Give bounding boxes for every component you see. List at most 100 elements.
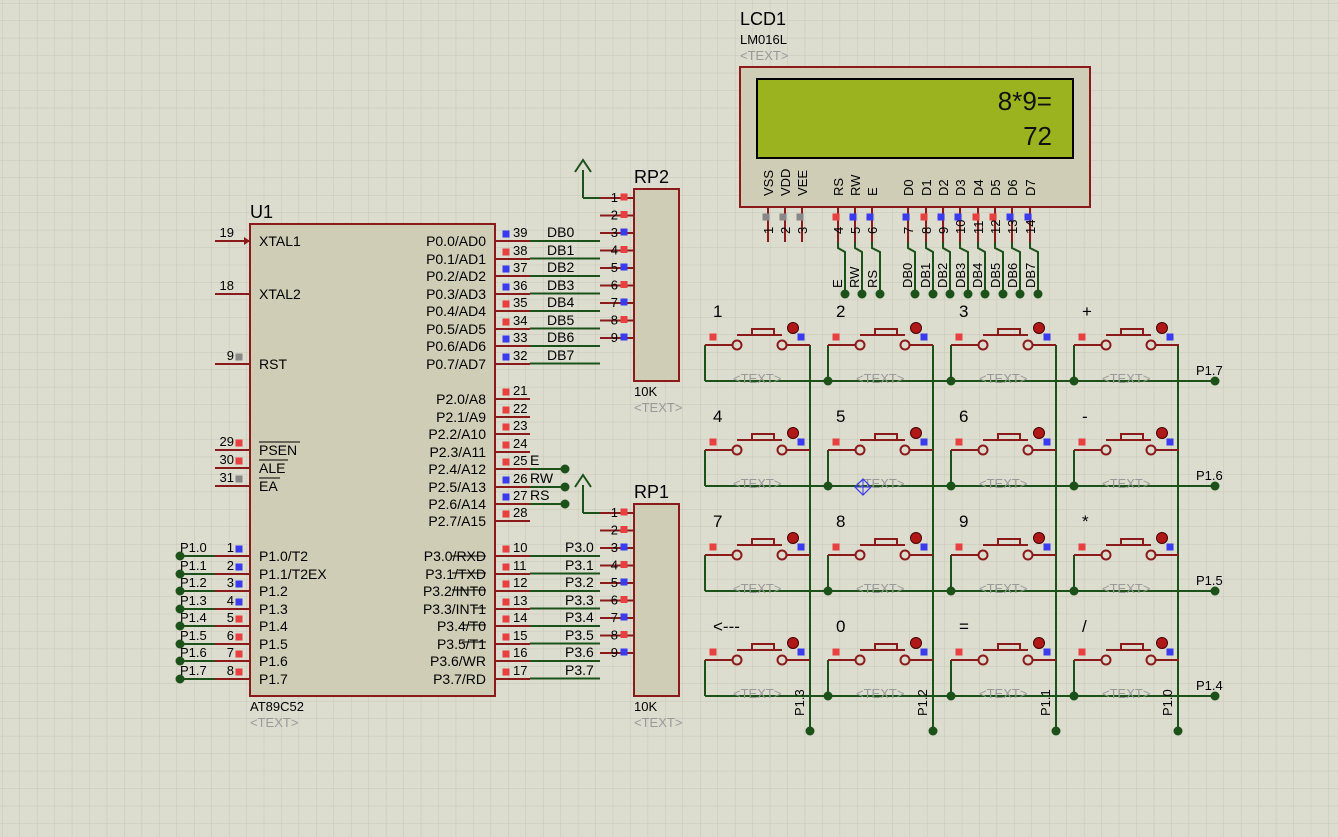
pack-pin-number: 9 [611,330,618,345]
u1-pin-number: 12 [513,575,527,590]
pack-pin-state [620,613,628,621]
p1-net-label: P1.4 [180,610,207,625]
keypad-key-label: 8 [836,512,845,531]
pack-pin-number: 4 [611,243,618,258]
u1-pin-state [235,615,243,623]
p1-net-label: P1.2 [180,575,207,590]
row-junction [1069,691,1079,701]
lcd-pin-label: D3 [953,179,968,196]
keypad-key-label: 1 [713,302,722,321]
u1-pin-number: 30 [220,452,234,467]
p1-net-label: P1.1 [180,558,207,573]
u1-pin-number: 37 [513,260,527,275]
net-label: P3.3 [565,592,594,608]
u1-pin-name: XTAL1 [259,233,301,249]
lcd-part-label: LM016L [740,32,787,47]
u1-pin-state [235,668,243,676]
pack-pin-number: 2 [611,523,618,538]
lcd-net-terminal-dot [840,289,850,299]
pack-pin-state [620,561,628,568]
key-pin-state [832,543,840,551]
key-pin-state [709,543,717,551]
lcd-pin-label: VEE [795,170,810,196]
u1-pin-number: 15 [513,628,527,643]
u1-pin-state [502,510,510,518]
u1-pin-name: P3.7/RD [433,671,486,687]
u1-pin-number: 17 [513,663,527,678]
u1-pin-name: P3.6/WR [430,653,486,669]
net-label: P3.1 [565,557,594,573]
u1-pin-state [235,598,243,606]
net-label: DB7 [547,347,574,363]
u1-pin-state [502,476,510,484]
key-text-placeholder: <TEXT> [1102,476,1150,491]
u1-pin-number: 35 [513,295,527,310]
u1-pin-state [502,388,510,396]
schematic-canvas[interactable]: U1 AT89C52 <TEXT> 19XTAL118XTAL29RST29PS… [0,0,1338,837]
u1-pin-name: P0.1/AD1 [426,251,486,267]
lcd-net-terminal-dot [857,289,867,299]
u1-pin-name: P1.2 [259,583,288,599]
lcd-pin-state [796,213,804,221]
keypad-key-label: 7 [713,512,722,531]
u1-pin-name: P1.7 [259,671,288,687]
row-junction [946,586,956,596]
col-terminal-dot [928,726,938,736]
row-net-label: P1.5 [1196,573,1223,588]
rp1-text-placeholder: <TEXT> [634,715,682,730]
u1-pin-number: 34 [513,313,527,328]
lcd-pin-number: 12 [988,220,1003,234]
rp1-value-label: 10K [634,699,657,714]
key-text-placeholder: <TEXT> [1102,686,1150,701]
u1-pin-name: P0.4/AD4 [426,303,486,319]
key-pin-state [920,333,928,341]
key-state-indicator-icon [787,532,799,544]
rp2-body[interactable] [633,188,680,382]
key-state-indicator-icon [787,637,799,649]
u1-pin-name: P2.1/A9 [436,409,486,425]
keypad-key-label: 3 [959,302,968,321]
u1-pin-name: P2.3/A11 [429,444,486,460]
u1-pin-state [502,423,510,431]
keypad-key-label: = [959,617,969,636]
rp1-body[interactable] [633,503,680,697]
pack-pin-state [620,193,628,201]
lcd-net-terminal-dot [1033,289,1043,299]
pack-pin-state [620,648,628,656]
lcd-net-label: RS [865,270,880,288]
u1-pin-name: P1.4 [259,618,288,634]
lcd-net-terminal-dot [945,289,955,299]
lcd-pin-number: 13 [1005,220,1020,234]
u1-pin-state [502,318,510,326]
lcd-line1: 8*9= [998,86,1052,116]
row-junction [823,691,833,701]
net-label: DB3 [547,277,574,293]
net-label: P3.5 [565,627,594,643]
u1-pin-name: P3.4/T0 [437,618,486,634]
pack-pin-number: 1 [611,505,618,520]
lcd-pin-state [779,213,787,221]
pack-pin-number: 8 [611,628,618,643]
rp2-value-label: 10K [634,384,657,399]
pack-pin-state [620,281,628,288]
net-label: RS [530,487,549,503]
u1-pin-number: 16 [513,645,527,660]
key-pin-state [920,543,928,551]
pack-pin-number: 9 [611,645,618,660]
u1-pin-number: 28 [513,505,527,520]
net-label: DB4 [547,294,574,310]
u1-pin-state [502,580,510,588]
u1-pin-number: 21 [513,383,527,398]
key-text-placeholder: <TEXT> [733,686,781,701]
key-text-placeholder: <TEXT> [1102,581,1150,596]
lcd-net-terminal-dot [928,289,938,299]
lcd-net-terminal-dot [910,289,920,299]
lcd-net-label: DB7 [1023,263,1038,288]
keypad-key-label: 5 [836,407,845,426]
u1-pin-name: P3.3/INT1 [423,601,486,617]
lcd-pin-state [902,213,910,221]
key-state-indicator-icon [910,637,922,649]
lcd-line2: 72 [1023,121,1052,151]
lcd-pin-number: 6 [865,227,880,234]
col-net-label: P1.2 [915,689,930,716]
